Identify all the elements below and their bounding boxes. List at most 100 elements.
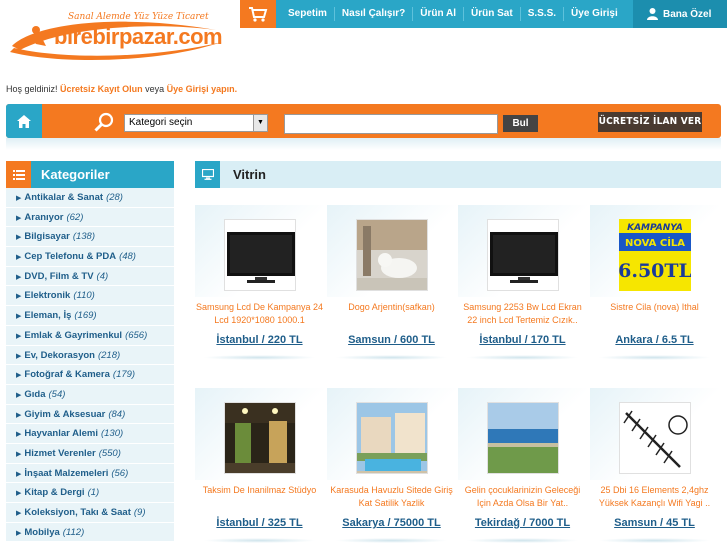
- category-item[interactable]: ▶ Kitap & Dergi (1): [6, 483, 174, 503]
- category-name: Koleksiyon, Takı & Saat: [24, 507, 131, 518]
- showcase-section: Vitrin Samsung Lcd De Kampanya 24 Lcd 19…: [195, 161, 721, 545]
- listing-image-tv[interactable]: [487, 219, 559, 291]
- category-item[interactable]: ▶ Hayvanlar Alemi (130): [6, 424, 174, 444]
- chevron-right-icon: ▶: [16, 195, 22, 202]
- chevron-down-icon: ▼: [253, 115, 267, 131]
- chevron-right-icon: ▶: [16, 234, 22, 242]
- nav-faq[interactable]: S.S.S.: [521, 7, 565, 21]
- category-item[interactable]: ▶ Elektronik (110): [6, 286, 174, 307]
- login-link[interactable]: Üye Girişi yapın.: [167, 84, 238, 94]
- showcase-header: Vitrin: [195, 161, 721, 188]
- search-button[interactable]: Bul: [503, 115, 538, 132]
- listing-location-price[interactable]: Samsun / 600 TL: [327, 334, 456, 346]
- chevron-right-icon: ▶: [16, 470, 22, 478]
- category-select[interactable]: Kategori seçin ▼: [124, 114, 268, 132]
- listing-title[interactable]: Dogo Arjentin(safkan): [327, 301, 456, 314]
- category-item[interactable]: ▶ Fotoğraf & Kamera (179): [6, 365, 174, 385]
- chevron-right-icon: ▶: [16, 372, 22, 380]
- listing-title[interactable]: Sistre Cila (nova) Ithal: [590, 301, 719, 314]
- listing-location-price[interactable]: Sakarya / 75000 TL: [327, 517, 456, 529]
- listing-card[interactable]: Samsung 2253 Bw Lcd Ekran 22 inch Lcd Te…: [458, 205, 587, 371]
- register-link[interactable]: Ücretsiz Kayıt Olun: [60, 84, 143, 94]
- category-sidebar: Kategoriler ▶ Antikalar & Sanat (28) ▶ Aran…: [6, 161, 174, 545]
- category-count: (1): [87, 487, 100, 499]
- card-divider: [203, 355, 316, 360]
- category-count: (4): [96, 270, 109, 282]
- category-count: (84): [108, 408, 126, 420]
- card-divider: [466, 355, 579, 360]
- category-count: (54): [48, 388, 66, 400]
- listing-card[interactable]: 25 Dbi 16 Elements 2,4ghz Yüksek Kazançl…: [590, 388, 719, 545]
- nav-how-it-works[interactable]: Nasıl Çalışır?: [335, 7, 414, 21]
- listing-card[interactable]: Gelin çocuklarinizin Geleceği Için Azda …: [458, 388, 587, 545]
- category-item[interactable]: ▶ Hizmet Verenler (550): [6, 443, 174, 464]
- showcase-title: Vitrin: [233, 167, 266, 182]
- category-item[interactable]: ▶ DVD, Film & TV (4): [6, 266, 174, 287]
- free-ad-button[interactable]: ÜCRETSİZ İLAN VER: [598, 112, 702, 132]
- listing-title[interactable]: Taksim De Inanilmaz Stüdyo: [195, 484, 324, 497]
- category-name: Gıda: [24, 388, 46, 400]
- listing-title[interactable]: Karasuda Havuzlu Sitede Giriş Kat Satili…: [327, 484, 456, 510]
- cart-icon[interactable]: [240, 0, 276, 28]
- category-item[interactable]: ▶ Bilgisayar (138): [6, 227, 174, 248]
- category-item[interactable]: ▶ Koleksiyon, Takı & Saat (9): [6, 503, 174, 523]
- listing-card[interactable]: Taksim De Inanilmaz Stüdyo İstanbul / 32…: [195, 388, 324, 545]
- category-count: (28): [106, 192, 123, 203]
- category-count: (112): [62, 526, 85, 538]
- listing-image-dog[interactable]: [356, 219, 428, 291]
- category-item[interactable]: ▶ Ev, Dekorasyon (218): [6, 345, 174, 366]
- listing-location-price[interactable]: İstanbul / 325 TL: [195, 517, 324, 529]
- category-item[interactable]: ▶ Giyim & Aksesuar (84): [6, 404, 174, 425]
- category-name: Hayvanlar Alemi: [24, 428, 98, 440]
- nav-login[interactable]: Üye Girişi: [564, 7, 625, 21]
- listing-title[interactable]: Gelin çocuklarinizin Geleceği Için Azda …: [458, 484, 587, 510]
- listing-card[interactable]: Dogo Arjentin(safkan) Samsun / 600 TL: [327, 205, 456, 371]
- listing-title[interactable]: Samsung Lcd De Kampanya 24 Lcd 1920*1080…: [195, 301, 324, 327]
- listing-image-studio[interactable]: [224, 402, 296, 474]
- category-item[interactable]: ▶ Eleman, İş (169): [6, 306, 174, 326]
- category-count: (550): [98, 447, 121, 459]
- category-item[interactable]: ▶ Emlak & Gayrimenkul (656): [6, 325, 174, 346]
- topnav-links: Sepetim Nasıl Çalışır? Ürün Al Ürün Sat …: [276, 0, 633, 28]
- home-button[interactable]: [6, 104, 42, 138]
- chevron-right-icon: ▶: [16, 431, 22, 439]
- chevron-right-icon: ▶: [16, 214, 22, 222]
- listing-image-sea[interactable]: [487, 402, 559, 474]
- nav-buy[interactable]: Ürün Al: [413, 7, 465, 21]
- nav-sell[interactable]: Ürün Sat: [464, 7, 521, 21]
- category-item[interactable]: ▶ Gıda (54): [6, 384, 174, 405]
- listing-location-price[interactable]: İstanbul / 220 TL: [195, 334, 324, 346]
- category-name: Fotoğraf & Kamera: [24, 369, 110, 381]
- category-item[interactable]: ▶ Mobilya (112): [6, 522, 174, 543]
- listing-location-price[interactable]: Tekirdağ / 7000 TL: [458, 517, 587, 529]
- listing-card[interactable]: Karasuda Havuzlu Sitede Giriş Kat Satili…: [327, 388, 456, 545]
- list-icon: [6, 161, 31, 188]
- category-item[interactable]: ▶ Antikalar & Sanat (28): [6, 188, 174, 208]
- listing-title[interactable]: Samsung 2253 Bw Lcd Ekran 22 inch Lcd Te…: [458, 301, 587, 327]
- listing-image-pool[interactable]: [356, 402, 428, 474]
- listing-card[interactable]: KAMPANYA NOVA CİLA 6.50TL Sistre Cila (n…: [590, 205, 719, 371]
- listing-location-price[interactable]: Ankara / 6.5 TL: [590, 334, 719, 346]
- site-logo[interactable]: Sanal Alemde Yüz Yüze Ticaret birebirpaz…: [6, 12, 226, 61]
- header: Sanal Alemde Yüz Yüze Ticaret birebirpaz…: [0, 0, 727, 70]
- listing-card[interactable]: Samsung Lcd De Kampanya 24 Lcd 1920*1080…: [195, 205, 324, 371]
- nav-cart[interactable]: Sepetim: [276, 7, 335, 21]
- listing-location-price[interactable]: İstanbul / 170 TL: [458, 334, 587, 346]
- listing-image-tv[interactable]: [224, 219, 296, 291]
- chevron-right-icon: ▶: [16, 490, 22, 498]
- my-account-link[interactable]: Bana Özel: [633, 0, 727, 28]
- listing-image-ad[interactable]: KAMPANYA NOVA CİLA 6.50TL: [619, 219, 691, 291]
- category-item[interactable]: ▶ Cep Telefonu & PDA (48): [6, 247, 174, 267]
- listing-title[interactable]: 25 Dbi 16 Elements 2,4ghz Yüksek Kazançl…: [590, 484, 719, 510]
- category-name: Bilgisayar: [24, 231, 70, 243]
- search-input[interactable]: [284, 114, 498, 134]
- listing-image-antenna[interactable]: [619, 402, 691, 474]
- listing-location-price[interactable]: Samsun / 45 TL: [590, 517, 719, 529]
- category-item[interactable]: ▶ İnşaat Malzemeleri (56): [6, 463, 174, 484]
- card-divider: [335, 355, 448, 360]
- card-divider: [335, 538, 448, 543]
- home-icon: [17, 114, 31, 128]
- category-item[interactable]: ▶ Aranıyor (62): [6, 207, 174, 228]
- welcome-prefix: Hoş geldiniz!: [6, 84, 58, 94]
- monitor-icon: [195, 161, 220, 188]
